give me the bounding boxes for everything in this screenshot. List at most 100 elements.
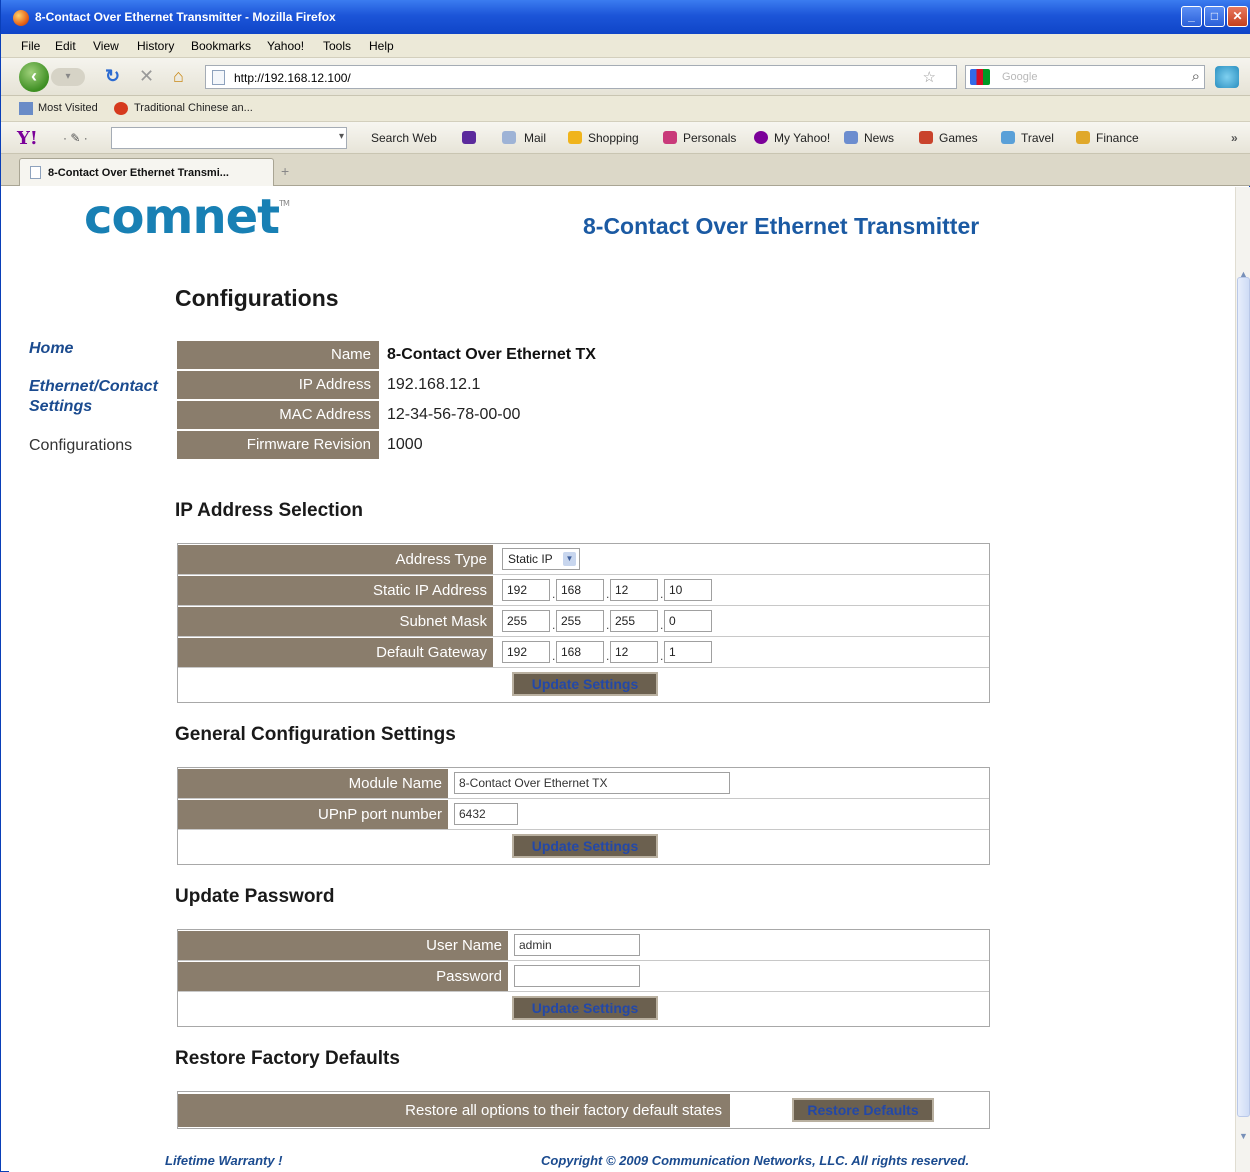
static-ip-octet-1[interactable]: 192 [502, 579, 550, 601]
user-name-input[interactable]: admin [514, 934, 640, 956]
sidebar-item-configurations: Configurations [29, 437, 133, 454]
browser-window: 8-Contact Over Ethernet Transmitter - Mo… [0, 0, 1250, 1172]
yahoo-mail[interactable]: Mail [524, 131, 546, 145]
info-value: 12-34-56-78-00-00 [387, 406, 521, 423]
restore-defaults-button[interactable]: Restore Defaults [792, 1098, 934, 1122]
warranty-link[interactable]: Lifetime Warranty ! [165, 1153, 283, 1168]
info-value: 1000 [387, 436, 423, 453]
subnet-octet-3[interactable]: 255 [610, 610, 658, 632]
menu-bookmarks[interactable]: Bookmarks [191, 39, 251, 53]
bookmark-star-icon[interactable]: ☆ [923, 68, 936, 86]
stop-icon[interactable]: ✕ [139, 66, 154, 86]
tab-active[interactable]: 8-Contact Over Ethernet Transmi... [19, 158, 274, 186]
menu-file[interactable]: File [21, 39, 40, 53]
upnp-port-input[interactable]: 6432 [454, 803, 518, 825]
firefox-icon [13, 10, 29, 26]
news-icon [844, 131, 858, 144]
most-visited-icon [19, 102, 33, 115]
yahoo-personals[interactable]: Personals [683, 131, 736, 145]
info-row-name: Name 8-Contact Over Ethernet TX [177, 340, 677, 370]
reload-icon[interactable]: ↻ [105, 66, 120, 86]
upnp-port-row: UPnP port number 6432 [178, 799, 989, 830]
url-bar[interactable]: http://192.168.12.100/ ☆ [205, 65, 957, 89]
gateway-octet-2[interactable]: 168 [556, 641, 604, 663]
update-general-settings-button[interactable]: Update Settings [512, 834, 658, 858]
menu-yahoo[interactable]: Yahoo! [267, 39, 304, 53]
chevron-down-icon[interactable]: ▾ [339, 131, 344, 142]
sidebar-item-home[interactable]: Home [29, 339, 73, 359]
yahoo-shopping[interactable]: Shopping [588, 131, 639, 145]
yahoo-finance[interactable]: Finance [1096, 131, 1139, 145]
yahoo-search-web[interactable]: Search Web [371, 131, 437, 145]
yahoo-travel[interactable]: Travel [1021, 131, 1054, 145]
static-ip-octet-3[interactable]: 12 [610, 579, 658, 601]
forward-button[interactable]: ▾ [51, 68, 85, 86]
extension-icon[interactable] [1215, 66, 1239, 88]
static-ip-octet-4[interactable]: 10 [664, 579, 712, 601]
window-title: 8-Contact Over Ethernet Transmitter - Mo… [35, 10, 336, 24]
tab-strip: 8-Contact Over Ethernet Transmi... + [1, 154, 1250, 186]
yahoo-my-yahoo[interactable]: My Yahoo! [774, 131, 830, 145]
address-type-row: Address Type Static IP ▼ [178, 544, 989, 575]
menu-history[interactable]: History [137, 39, 174, 53]
field-label: Default Gateway [178, 638, 493, 667]
google-icon[interactable] [970, 69, 990, 85]
minimize-button[interactable]: _ [1181, 6, 1202, 27]
yahoo-logo-icon[interactable]: Y! [17, 128, 38, 149]
page-title: 8-Contact Over Ethernet Transmitter [583, 213, 980, 239]
static-ip-octet-2[interactable]: 168 [556, 579, 604, 601]
subnet-octet-1[interactable]: 255 [502, 610, 550, 632]
octet-separator: . [660, 649, 664, 663]
yahoo-search-input[interactable]: ▾ [111, 127, 347, 149]
info-label: Firmware Revision [177, 431, 379, 459]
gateway-octet-3[interactable]: 12 [610, 641, 658, 663]
info-row-mac: MAC Address 12-34-56-78-00-00 [177, 400, 677, 430]
menu-tools[interactable]: Tools [323, 39, 351, 53]
maximize-button[interactable]: □ [1204, 6, 1225, 27]
flower-icon [114, 102, 128, 115]
address-type-select[interactable]: Static IP ▼ [502, 548, 580, 570]
close-button[interactable]: ✕ [1227, 6, 1248, 27]
logo-tm: TM [279, 199, 290, 208]
octet-separator: . [552, 618, 556, 632]
page-icon [212, 70, 225, 85]
subnet-octet-2[interactable]: 255 [556, 610, 604, 632]
field-label: UPnP port number [178, 800, 448, 829]
menu-view[interactable]: View [93, 39, 119, 53]
info-label: MAC Address [177, 401, 379, 429]
scrollbar-thumb[interactable] [1237, 277, 1250, 1117]
gateway-octet-4[interactable]: 1 [664, 641, 712, 663]
yahoo-answers-icon[interactable] [462, 131, 476, 144]
bookmark-most-visited[interactable]: Most Visited [38, 102, 98, 114]
update-password-button[interactable]: Update Settings [512, 996, 658, 1020]
gateway-row: Default Gateway 192 . 168 . 12 . 1 [178, 637, 989, 668]
back-button[interactable]: ‹ [19, 62, 49, 92]
menu-help[interactable]: Help [369, 39, 394, 53]
yahoo-menu-icons[interactable]: · ✎ · [63, 131, 88, 145]
new-tab-icon[interactable]: + [281, 163, 289, 179]
scroll-down-icon[interactable]: ▼ [1239, 1131, 1248, 1141]
my-yahoo-icon [754, 131, 768, 144]
user-name-row: User Name admin [178, 930, 989, 961]
search-input[interactable]: Google ⌕ [965, 65, 1205, 89]
module-name-input[interactable]: 8-Contact Over Ethernet TX [454, 772, 730, 794]
info-row-firmware: Firmware Revision 1000 [177, 430, 677, 460]
field-label: Module Name [178, 769, 448, 798]
password-input[interactable] [514, 965, 640, 987]
update-ip-settings-button[interactable]: Update Settings [512, 672, 658, 696]
overflow-chevron-icon[interactable]: » [1231, 131, 1238, 145]
subnet-octet-4[interactable]: 0 [664, 610, 712, 632]
yahoo-news[interactable]: News [864, 131, 894, 145]
gateway-octet-1[interactable]: 192 [502, 641, 550, 663]
menu-edit[interactable]: Edit [55, 39, 76, 53]
yahoo-games[interactable]: Games [939, 131, 978, 145]
subnet-row: Subnet Mask 255 . 255 . 255 . 0 [178, 606, 989, 637]
sidebar-item-ethernet-contact-settings[interactable]: Ethernet/Contact Settings [29, 377, 169, 417]
info-label: Name [177, 341, 379, 369]
page-icon [30, 166, 41, 179]
info-row-ip: IP Address 192.168.12.1 [177, 370, 677, 400]
home-icon[interactable]: ⌂ [173, 66, 184, 86]
search-icon[interactable]: ⌕ [1192, 68, 1200, 85]
vertical-scrollbar[interactable]: ▲ ▼ [1235, 187, 1250, 1172]
bookmark-traditional-chinese[interactable]: Traditional Chinese an... [134, 102, 253, 114]
